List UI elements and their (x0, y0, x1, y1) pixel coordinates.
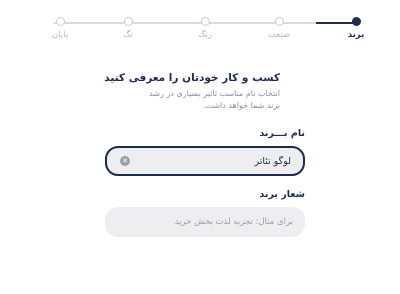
step-tag[interactable]: تگ (108, 14, 148, 40)
step-brand[interactable]: برند (336, 14, 376, 40)
step-dot (55, 17, 65, 26)
step-label: برند (347, 30, 365, 40)
step-dot (123, 17, 133, 26)
page-description: انتخاب نام مناسب تاثیر بسیاری در رشد برن… (149, 89, 280, 110)
step-label: صنعت (267, 30, 291, 40)
step-color[interactable]: رنگ (185, 14, 225, 40)
step-dot (200, 17, 210, 26)
brand-name-input[interactable] (141, 148, 291, 174)
brand-slogan-input[interactable] (143, 207, 293, 237)
page-title: کسب و کار خودتان را معرفی کنید (104, 72, 280, 84)
brand-name-label: نام بـــرند (259, 128, 305, 139)
step-dot (274, 17, 284, 26)
brand-slogan-field[interactable] (105, 207, 305, 237)
step-dot (351, 17, 361, 26)
step-label: پایان (51, 30, 69, 40)
brand-name-field[interactable]: ✕ (105, 146, 305, 176)
brand-slogan-label: شعار برند (259, 189, 305, 200)
step-label: تگ (123, 30, 133, 40)
step-industry[interactable]: صنعت (259, 14, 299, 40)
step-finish[interactable]: پایان (40, 14, 80, 40)
clear-icon[interactable]: ✕ (120, 156, 130, 166)
progress-stepper: پایان تگ رنگ صنعت برند (40, 14, 370, 48)
step-label: رنگ (197, 30, 213, 40)
